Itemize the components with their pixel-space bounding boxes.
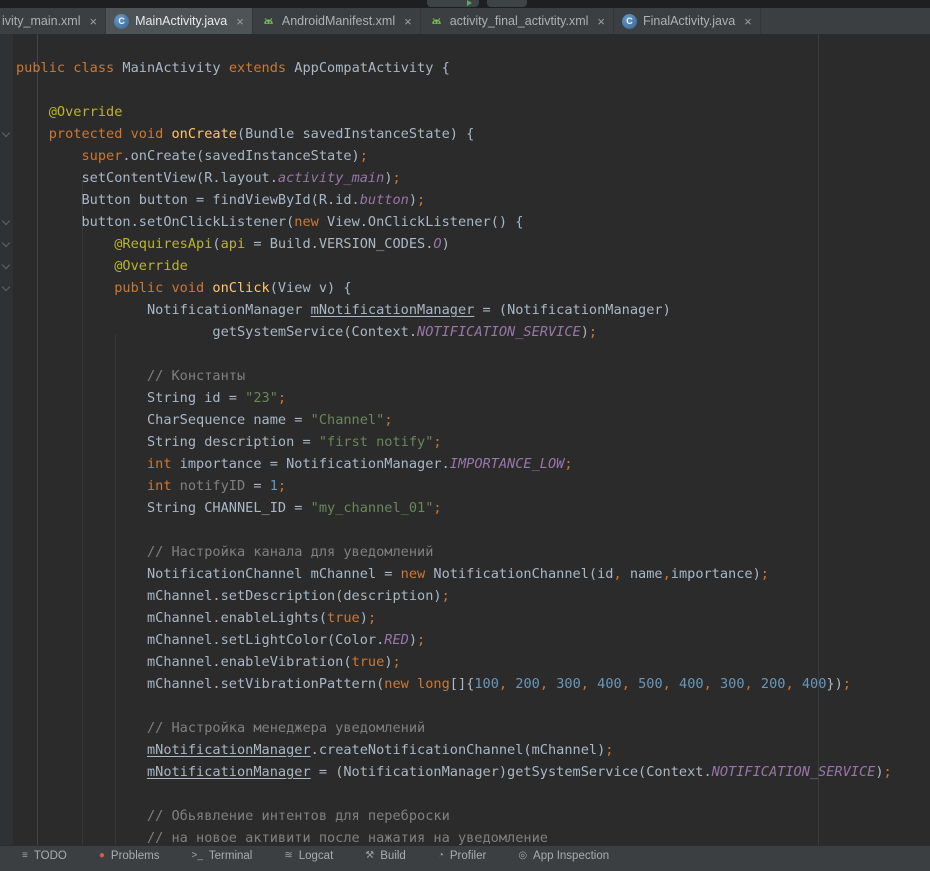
code-line — [16, 79, 892, 101]
fold-marker[interactable] — [2, 284, 12, 294]
code-editor[interactable]: public class MainActivity extends AppCom… — [0, 34, 930, 845]
toolbar-button-fragment[interactable] — [487, 0, 527, 7]
code-line: int importance = NotificationManager.IMP… — [16, 453, 892, 475]
close-icon[interactable]: × — [90, 15, 98, 28]
close-icon[interactable]: × — [597, 15, 605, 28]
java-class-icon: C — [114, 14, 129, 29]
build-icon: ⚒ — [365, 850, 374, 862]
statusbar-item-label: Profiler — [450, 850, 486, 862]
tab-label: MainActivity.java — [135, 14, 227, 28]
close-icon[interactable]: × — [236, 15, 244, 28]
code-line: button.setOnClickListener(new View.OnCli… — [16, 211, 892, 233]
code-area: public class MainActivity extends AppCom… — [0, 57, 892, 845]
code-line — [16, 783, 892, 805]
tab-bar: ivity_main.xml×CMainActivity.java×Androi… — [0, 8, 930, 34]
statusbar-item-problems[interactable]: ● Problems — [99, 850, 160, 862]
fold-marker[interactable] — [2, 240, 12, 250]
code-line: public void onClick(View v) { — [16, 277, 892, 299]
code-line: super.onCreate(savedInstanceState); — [16, 145, 892, 167]
tab-label: ivity_main.xml — [2, 14, 81, 28]
statusbar-item-label: Terminal — [209, 850, 252, 862]
code-line: // Настройка канала для уведомлений — [16, 541, 892, 563]
statusbar-item-label: App Inspection — [533, 850, 609, 862]
editor-tab-androidmanifest-xml[interactable]: AndroidManifest.xml × — [253, 8, 421, 34]
editor-tab-activity-main-xml[interactable]: ivity_main.xml × — [0, 8, 106, 34]
code-line: CharSequence name = "Channel"; — [16, 409, 892, 431]
code-line: Button button = findViewById(R.id.button… — [16, 189, 892, 211]
code-line: // Настройка менеджера уведомлений — [16, 717, 892, 739]
fold-marker[interactable] — [2, 218, 12, 228]
statusbar-item-label: Problems — [111, 850, 160, 862]
editor-tab-finalactivity-java[interactable]: C FinalActivity.java × — [614, 8, 761, 34]
tab-label: activity_final_activtity.xml — [450, 14, 589, 28]
android-icon — [429, 14, 444, 29]
code-line: // на новое активити после нажатия на ув… — [16, 827, 892, 845]
app-inspection-icon: ◎ — [518, 850, 527, 862]
statusbar-item-build[interactable]: ⚒ Build — [365, 850, 406, 862]
terminal-icon: >_ — [191, 850, 202, 862]
code-line: @RequiresApi(api = Build.VERSION_CODES.O… — [16, 233, 892, 255]
code-line: @Override — [16, 101, 892, 123]
code-line: NotificationManager mNotificationManager… — [16, 299, 892, 321]
editor-tab-activity-final-activtity-xml[interactable]: activity_final_activtity.xml × — [421, 8, 614, 34]
fold-marker[interactable] — [2, 262, 12, 272]
statusbar-item-logcat[interactable]: ≋ Logcat — [284, 850, 333, 862]
code-line: mChannel.enableVibration(true); — [16, 651, 892, 673]
problems-icon: ● — [99, 850, 105, 862]
close-icon[interactable]: × — [744, 15, 752, 28]
code-line: // Константы — [16, 365, 892, 387]
code-line: mChannel.enableLights(true); — [16, 607, 892, 629]
code-line: String CHANNEL_ID = "my_channel_01"; — [16, 497, 892, 519]
code-line — [16, 343, 892, 365]
code-line: @Override — [16, 255, 892, 277]
code-line: public class MainActivity extends AppCom… — [16, 57, 892, 79]
close-icon[interactable]: × — [404, 15, 412, 28]
statusbar-item-label: TODO — [34, 850, 67, 862]
editor-tab-mainactivity-java[interactable]: C MainActivity.java × — [106, 8, 253, 34]
status-bar: ≡ TODO ● Problems >_ Terminal ≋ Logcat ⚒ Build ◔ Pr… — [0, 845, 930, 871]
java-class-icon: C — [622, 14, 637, 29]
code-line: getSystemService(Context.NOTIFICATION_SE… — [16, 321, 892, 343]
tab-label: AndroidManifest.xml — [282, 14, 395, 28]
code-line: setContentView(R.layout.activity_main); — [16, 167, 892, 189]
code-line: mChannel.setVibrationPattern(new long[]{… — [16, 673, 892, 695]
code-line: mChannel.setLightColor(Color.RED); — [16, 629, 892, 651]
fold-marker[interactable] — [2, 130, 12, 140]
code-line: // Обьявление интентов для переброски — [16, 805, 892, 827]
code-line: protected void onCreate(Bundle savedInst… — [16, 123, 892, 145]
logcat-icon: ≋ — [284, 850, 292, 862]
statusbar-item-app-inspection[interactable]: ◎ App Inspection — [518, 850, 609, 862]
statusbar-item-profiler[interactable]: ◔ Profiler — [438, 850, 486, 862]
statusbar-item-label: Build — [380, 850, 406, 862]
android-icon — [261, 14, 276, 29]
statusbar-item-terminal[interactable]: >_ Terminal — [191, 850, 252, 862]
code-line: mNotificationManager = (NotificationMana… — [16, 761, 892, 783]
code-line: mNotificationManager.createNotificationC… — [16, 739, 892, 761]
code-line: NotificationChannel mChannel = new Notif… — [16, 563, 892, 585]
window-titlebar — [0, 0, 930, 8]
todo-icon: ≡ — [22, 850, 28, 862]
statusbar-item-label: Logcat — [299, 850, 334, 862]
code-line: String description = "first notify"; — [16, 431, 892, 453]
code-line — [16, 519, 892, 541]
run-button-fragment[interactable] — [427, 0, 479, 7]
tab-label: FinalActivity.java — [643, 14, 735, 28]
profiler-icon: ◔ — [438, 850, 444, 862]
android-studio-window: { "window": { "app": "Android Studio edi… — [0, 0, 930, 855]
code-line: String id = "23"; — [16, 387, 892, 409]
statusbar-item-todo[interactable]: ≡ TODO — [22, 850, 67, 862]
code-line: int notifyID = 1; — [16, 475, 892, 497]
code-line — [16, 695, 892, 717]
code-line: mChannel.setDescription(description); — [16, 585, 892, 607]
